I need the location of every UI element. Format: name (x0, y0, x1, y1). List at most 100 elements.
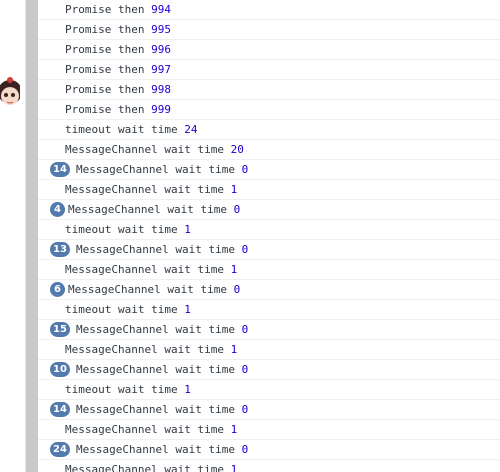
console-message-text: MessageChannel wait time 0 (68, 200, 240, 219)
message-label: MessageChannel wait time (65, 183, 231, 196)
message-value: 1 (230, 263, 238, 276)
console-message-row[interactable]: MessageChannel wait time 1 (38, 180, 500, 200)
console-message-text: MessageChannel wait time 0 (68, 280, 240, 299)
message-value: 996 (151, 43, 171, 56)
message-label: MessageChannel wait time (65, 423, 231, 436)
console-message-row[interactable]: 10 MessageChannel wait time 0 (38, 360, 500, 380)
console-message-text: Promise then 998 (65, 80, 171, 99)
console-message-row[interactable]: 15 MessageChannel wait time 0 (38, 320, 500, 340)
avatar-icon (0, 77, 20, 105)
console-message-row[interactable]: MessageChannel wait time 1 (38, 260, 500, 280)
message-label: MessageChannel wait time (65, 263, 231, 276)
message-value: 1 (184, 383, 191, 396)
console-message-text: Promise then 995 (65, 20, 171, 39)
console-message-text: MessageChannel wait time 1 (65, 460, 237, 472)
console-log-list: Promise then 994 Promise then 995 Promise … (38, 0, 500, 472)
repeat-count-badge: 10 (50, 362, 70, 377)
message-label: MessageChannel wait time (65, 343, 231, 356)
message-value: 997 (151, 63, 171, 76)
console-message-text: MessageChannel wait time 1 (65, 260, 237, 279)
console-message-text: MessageChannel wait time 1 (65, 180, 237, 199)
message-label: MessageChannel wait time (65, 463, 231, 472)
message-label: MessageChannel wait time (68, 203, 234, 216)
console-message-row[interactable]: 24 MessageChannel wait time 0 (38, 440, 500, 460)
console-message-row[interactable]: 4 MessageChannel wait time 0 (38, 200, 500, 220)
console-message-text: MessageChannel wait time 0 (76, 160, 248, 179)
scroll-gutter[interactable] (26, 0, 38, 472)
message-value: 994 (151, 3, 171, 16)
console-message-row[interactable]: Promise then 996 (38, 40, 500, 60)
console-message-text: Promise then 999 (65, 100, 171, 119)
console-message-text: MessageChannel wait time 1 (65, 420, 237, 439)
console-message-text: MessageChannel wait time 0 (76, 320, 248, 339)
repeat-count-badge: 6 (50, 282, 65, 297)
message-value: 1 (184, 303, 191, 316)
console-message-text: MessageChannel wait time 0 (76, 360, 248, 379)
repeat-count-badge: 13 (50, 242, 70, 257)
message-label: timeout wait time (65, 123, 185, 136)
console-message-text: MessageChannel wait time 0 (76, 400, 248, 419)
message-label: Promise then (65, 83, 152, 96)
message-label: Promise then (65, 63, 152, 76)
message-value: 24 (184, 123, 198, 136)
message-label: MessageChannel wait time (76, 163, 242, 176)
message-value: 0 (241, 163, 249, 176)
console-message-row[interactable]: Promise then 997 (38, 60, 500, 80)
message-label: Promise then (65, 103, 152, 116)
console-message-row[interactable]: 6 MessageChannel wait time 0 (38, 280, 500, 300)
console-message-row[interactable]: timeout wait time 24 (38, 120, 500, 140)
repeat-count-badge: 15 (50, 322, 70, 337)
message-label: timeout wait time (65, 383, 185, 396)
console-message-text: timeout wait time 1 (65, 300, 191, 319)
message-label: MessageChannel wait time (65, 143, 231, 156)
message-value: 0 (233, 283, 241, 296)
console-message-row[interactable]: Promise then 999 (38, 100, 500, 120)
message-value: 1 (230, 183, 238, 196)
message-value: 20 (230, 143, 244, 156)
console-message-row[interactable]: Promise then 998 (38, 80, 500, 100)
console-message-text: MessageChannel wait time 1 (65, 340, 237, 359)
message-label: MessageChannel wait time (76, 363, 242, 376)
console-message-row[interactable]: 14 MessageChannel wait time 0 (38, 160, 500, 180)
message-value: 0 (233, 203, 241, 216)
left-panel (0, 0, 25, 472)
repeat-count-badge: 4 (50, 202, 65, 217)
console-message-row[interactable]: MessageChannel wait time 20 (38, 140, 500, 160)
console-message-text: MessageChannel wait time 0 (76, 440, 248, 459)
message-label: Promise then (65, 23, 152, 36)
message-label: MessageChannel wait time (76, 243, 242, 256)
console-message-row[interactable]: 13 MessageChannel wait time 0 (38, 240, 500, 260)
console-message-row[interactable]: MessageChannel wait time 1 (38, 340, 500, 360)
console-message-row[interactable]: Promise then 994 (38, 0, 500, 20)
message-value: 0 (241, 363, 249, 376)
console-message-text: timeout wait time 1 (65, 220, 191, 239)
console-message-row[interactable]: timeout wait time 1 (38, 300, 500, 320)
console-message-row[interactable]: MessageChannel wait time 1 (38, 460, 500, 472)
console-message-text: Promise then 994 (65, 0, 171, 19)
message-label: MessageChannel wait time (68, 283, 234, 296)
message-value: 1 (230, 423, 238, 436)
console-message-text: timeout wait time 24 (65, 120, 197, 139)
message-value: 0 (241, 403, 249, 416)
message-label: timeout wait time (65, 223, 185, 236)
console-message-row[interactable]: 14 MessageChannel wait time 0 (38, 400, 500, 420)
console-message-text: Promise then 997 (65, 60, 171, 79)
console-message-text: timeout wait time 1 (65, 380, 191, 399)
message-value: 0 (241, 243, 249, 256)
message-value: 0 (241, 443, 249, 456)
message-value: 0 (241, 323, 249, 336)
console-message-text: MessageChannel wait time 20 (65, 140, 244, 159)
console-message-text: MessageChannel wait time 0 (76, 240, 248, 259)
console-message-row[interactable]: Promise then 995 (38, 20, 500, 40)
message-label: MessageChannel wait time (76, 443, 242, 456)
repeat-count-badge: 14 (50, 402, 70, 417)
console-message-row[interactable]: timeout wait time 1 (38, 380, 500, 400)
message-label: MessageChannel wait time (76, 403, 242, 416)
message-value: 1 (230, 463, 238, 472)
message-value: 1 (184, 223, 191, 236)
console-message-row[interactable]: MessageChannel wait time 1 (38, 420, 500, 440)
repeat-count-badge: 24 (50, 442, 70, 457)
console-message-text: Promise then 996 (65, 40, 171, 59)
console-message-row[interactable]: timeout wait time 1 (38, 220, 500, 240)
message-label: MessageChannel wait time (76, 323, 242, 336)
